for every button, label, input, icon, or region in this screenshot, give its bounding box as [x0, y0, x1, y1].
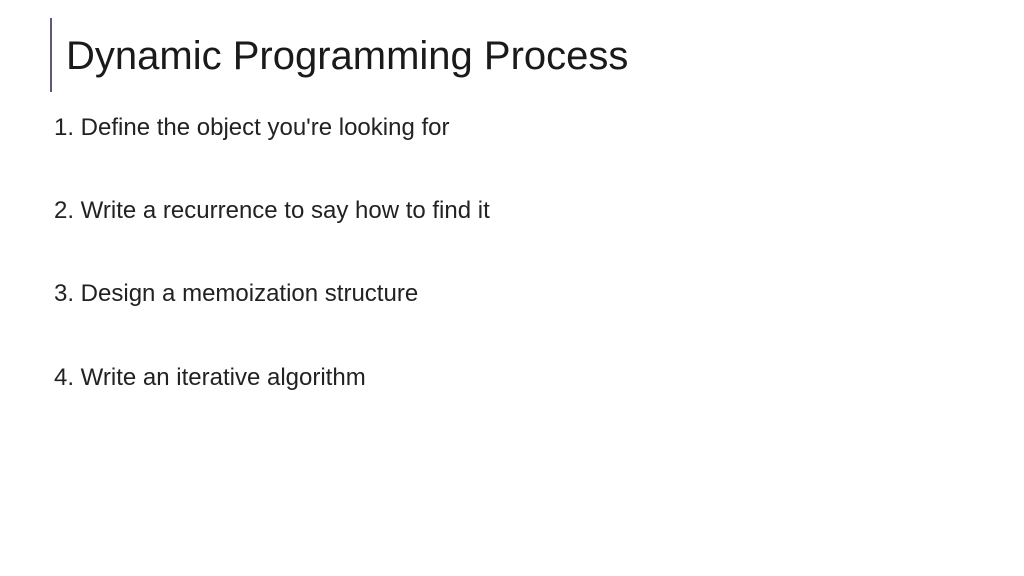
step-item: 4. Write an iterative algorithm [54, 362, 974, 393]
slide-container: Dynamic Programming Process 1. Define th… [0, 0, 1024, 576]
title-wrap: Dynamic Programming Process [50, 28, 974, 84]
slide-title: Dynamic Programming Process [66, 28, 628, 84]
step-item: 2. Write a recurrence to say how to find… [54, 195, 974, 226]
steps-list: 1. Define the object you're looking for … [50, 112, 974, 393]
step-item: 1. Define the object you're looking for [54, 112, 974, 143]
step-item: 3. Design a memoization structure [54, 278, 974, 309]
title-accent-bar [50, 18, 52, 92]
